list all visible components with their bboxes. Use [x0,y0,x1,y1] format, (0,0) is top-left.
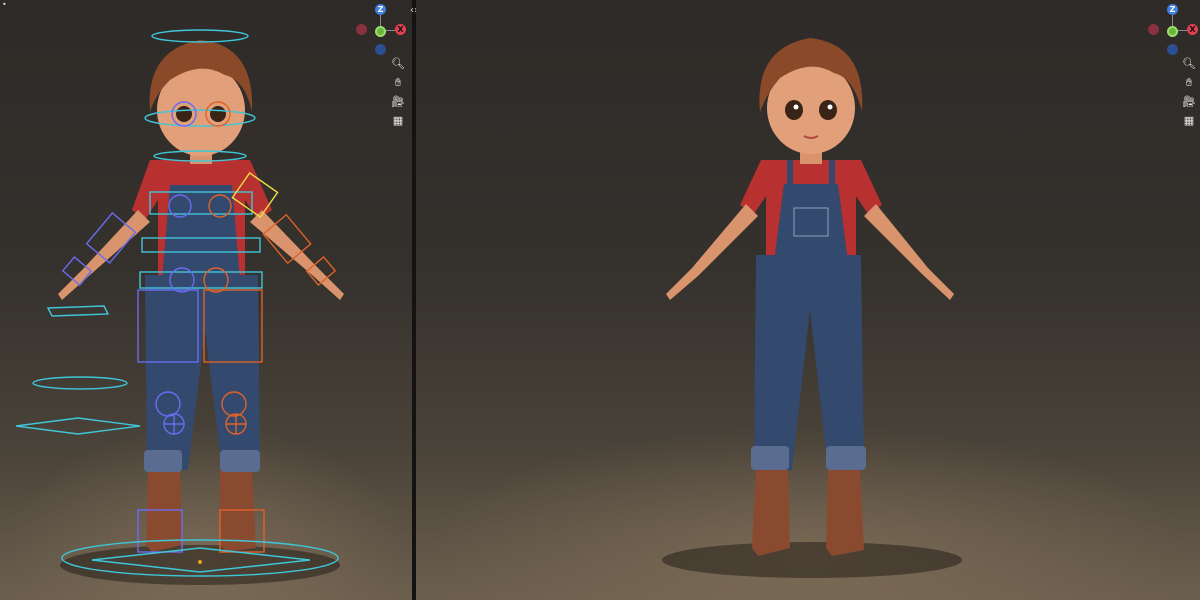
grid-icon[interactable]: ▦ [390,113,406,129]
left-boot [752,470,790,556]
zoom-icon[interactable]: 🔍︎ [1181,56,1197,72]
right-arm [864,204,954,300]
rig-root-diamond [15,417,141,435]
eye-right [819,100,837,120]
camera-icon[interactable]: 🎥︎ [1181,94,1197,110]
grid-icon[interactable]: ▦ [1181,113,1197,129]
hand-pan-icon[interactable]: ✋︎ [1181,75,1197,91]
character-with-rig[interactable] [0,0,412,600]
viewport-render[interactable]: Z X 🔍︎ ✋︎ 🎥︎ ▦ [416,0,1200,600]
zoom-icon[interactable]: 🔍︎ [390,56,406,72]
overalls-legs [145,275,260,470]
viewport-rig[interactable]: • Z X 🔍︎ ✋︎ 🎥︎ ▦ [0,0,412,600]
gizmo-axis-x[interactable]: X [395,24,406,35]
camera-icon[interactable]: 🎥︎ [390,94,406,110]
gizmo-axis-neg-x[interactable] [356,24,367,35]
navigation-gizmo[interactable]: Z X [352,2,412,58]
overalls-legs [754,255,864,470]
gizmo-axis-y[interactable] [1167,26,1178,37]
rig-origin-dot [198,560,202,564]
gizmo-axis-y[interactable] [375,26,386,37]
gizmo-axis-neg-x[interactable] [1148,24,1159,35]
floor-shadow [662,542,962,578]
gizmo-axis-neg-z[interactable] [375,44,386,55]
gizmo-axis-z[interactable]: Z [375,4,386,15]
eye-left [785,100,803,120]
navigation-gizmo[interactable]: Z X [1144,2,1200,58]
cuff-right [826,446,866,470]
hand-pan-icon[interactable]: ✋︎ [390,75,406,91]
gizmo-axis-z[interactable]: Z [1167,4,1178,15]
cuff-right [220,450,260,472]
character-render[interactable] [416,0,1200,600]
rig-pole-left [46,305,110,317]
rig-root-ring-upper [32,376,128,390]
eye-right [210,106,226,122]
floor-shadow [60,545,340,585]
eye-left [176,106,192,122]
bib [774,184,848,262]
cuff-left [751,446,789,470]
gizmo-axis-x[interactable]: X [1187,24,1198,35]
cuff-left [144,450,182,472]
left-arm [666,204,758,300]
gizmo-axis-neg-z[interactable] [1167,44,1178,55]
right-boot [826,470,864,556]
